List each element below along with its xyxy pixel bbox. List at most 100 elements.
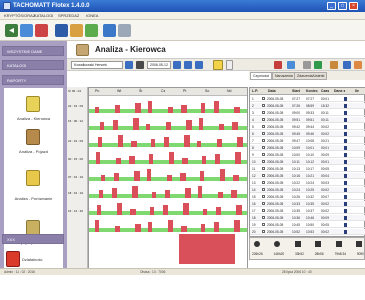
column-header[interactable]: Dane z — [334, 89, 345, 93]
grid-icon[interactable] — [303, 61, 311, 69]
table-row[interactable]: 3 2006-05-05 09:00 09:33 00:11 — [250, 110, 365, 116]
table-row[interactable]: 20 2006-05-05 10:52 10:53 00:02 — [250, 229, 365, 235]
minimize-button[interactable]: _ — [327, 2, 336, 10]
calendar-icon[interactable] — [184, 61, 192, 69]
back-icon[interactable]: ◀ — [5, 24, 18, 37]
menu-item[interactable]: KATALOGI — [34, 13, 53, 19]
row-checkbox[interactable] — [262, 125, 265, 128]
menu-item[interactable]: IONEA — [86, 13, 98, 19]
row-checkbox[interactable] — [262, 195, 265, 198]
warning-icon[interactable] — [213, 60, 223, 70]
row-checkbox[interactable] — [262, 202, 265, 205]
row-checkbox[interactable] — [262, 97, 265, 100]
table-row[interactable]: 9 2006-05-05 10:00 10:10 00:09 — [250, 152, 365, 158]
table-row[interactable]: 1 2006-05-05 07:27 07:27 00:01 — [250, 96, 365, 102]
lock-icon[interactable] — [330, 61, 338, 69]
sidebar-section[interactable]: KATALOGI — [2, 60, 64, 70]
range-icon[interactable] — [195, 61, 203, 69]
tab-events[interactable]: Zdarzenia/Usterki — [294, 72, 328, 80]
table-cell: 10:25 — [306, 188, 314, 192]
column-header[interactable]: Start — [292, 89, 300, 93]
activity-chart[interactable]: Pn Wt Śr Cz Pt So Nd — [88, 87, 248, 269]
table-row[interactable]: 16 2006-05-05 10:33 10:35 00:02 — [250, 201, 365, 207]
table-row[interactable]: 19 2006-05-05 10:45 10:50 00:05 — [250, 222, 365, 228]
report-icon[interactable] — [26, 96, 40, 112]
print-report-icon[interactable] — [343, 61, 351, 69]
table-row[interactable]: 12 2006-05-05 10:16 10:21 00:04 — [250, 173, 365, 179]
row-checkbox[interactable] — [262, 174, 265, 177]
column-header[interactable]: Koniec — [306, 89, 318, 93]
mail-icon[interactable] — [354, 61, 362, 69]
menu-item[interactable]: SPRZEDAŻ — [58, 13, 79, 19]
column-header[interactable]: Czas — [321, 89, 329, 93]
row-checkbox[interactable] — [262, 181, 265, 184]
table-row[interactable]: 14 2006-05-05 10:24 10:25 00:02 — [250, 187, 365, 193]
vehicle-icon[interactable] — [85, 24, 98, 37]
column-header[interactable]: Data — [268, 89, 276, 93]
tab-violations[interactable]: Naruszenia — [272, 72, 296, 80]
driver-select[interactable]: Kowalkowski Hencek — [71, 61, 123, 69]
close-button[interactable]: × — [349, 2, 358, 10]
row-checkbox[interactable] — [262, 153, 265, 156]
sidebar-item-label[interactable]: Analiza - Kierowca — [4, 116, 63, 121]
sidebar-item-label[interactable]: Analiza - Pojazd — [4, 149, 63, 154]
tab-activities[interactable]: Czynności — [250, 72, 273, 80]
row-checkbox[interactable] — [262, 188, 265, 191]
row-checkbox[interactable] — [262, 209, 265, 212]
compare-icon[interactable] — [26, 170, 40, 186]
table-row[interactable]: 5 2006-05-05 09:42 09:44 00:02 — [250, 124, 365, 130]
table-row[interactable]: 2 2006-05-05 07:26 08:59 15:32 — [250, 103, 365, 109]
next-icon[interactable] — [173, 61, 181, 69]
driver-icon[interactable] — [55, 24, 68, 37]
row-checkbox[interactable] — [262, 230, 265, 233]
row-checkbox[interactable] — [262, 111, 265, 114]
table-row[interactable]: 10 2006-05-05 10:11 10:12 00:01 — [250, 159, 365, 165]
menu-item[interactable]: KRYPTÓS/ORAZ — [4, 13, 35, 19]
maximize-button[interactable]: □ — [338, 2, 347, 10]
report-icon[interactable] — [103, 24, 116, 37]
table-cell: 10:17 — [306, 167, 314, 171]
refresh-icon[interactable] — [314, 61, 322, 69]
table-row[interactable]: 18 2006-05-05 10:36 10:46 00:09 — [250, 215, 365, 221]
print-icon[interactable] — [20, 24, 33, 37]
drive-block — [95, 107, 99, 113]
sidebar-section[interactable]: WSZYSTKIE DANE — [2, 46, 64, 56]
sidebar-item-label[interactable]: Analiza - Porównanie — [4, 196, 63, 201]
date-picker-icon[interactable] — [136, 61, 144, 69]
sidebar-section[interactable]: RAPORTY — [2, 75, 64, 85]
row-checkbox[interactable] — [262, 216, 265, 219]
row-checkbox[interactable] — [262, 223, 265, 226]
table-row[interactable]: 11 2006-05-05 10:13 10:17 00:05 — [250, 166, 365, 172]
sidebar-section[interactable]: XXX — [2, 234, 64, 244]
settings-icon[interactable] — [118, 24, 131, 37]
row-checkbox[interactable] — [262, 118, 265, 121]
table-row[interactable]: 7 2006-05-05 09:47 10:08 00:21 — [250, 138, 365, 144]
table-row[interactable]: 17 2006-05-05 10:35 10:37 00:02 — [250, 208, 365, 214]
row-checkbox[interactable] — [262, 132, 265, 135]
truck-icon[interactable] — [26, 129, 40, 145]
sidebar-footer-label[interactable]: Działalność — [22, 257, 66, 262]
export-icon[interactable] — [287, 61, 295, 69]
table-row[interactable]: 4 2006-05-05 09:51 09:51 00:11 — [250, 117, 365, 123]
column-header[interactable]: L.P. — [252, 89, 258, 93]
tool-icon[interactable] — [35, 24, 48, 37]
row-checkbox[interactable] — [262, 146, 265, 149]
table-row[interactable]: 15 2006-05-05 10:26 10:32 00:07 — [250, 194, 365, 200]
row-checkbox[interactable] — [262, 104, 265, 107]
date-field[interactable]: 2006-05-12 — [147, 61, 171, 69]
table-cell: 09:47 — [292, 139, 300, 143]
table-row[interactable]: 13 2006-05-05 10:22 10:24 00:03 — [250, 180, 365, 186]
row-checkbox[interactable] — [262, 167, 265, 170]
column-header[interactable]: Ile — [355, 89, 359, 93]
row-checkbox[interactable] — [262, 139, 265, 142]
filter-icon[interactable] — [274, 61, 282, 69]
row-checkbox[interactable] — [262, 160, 265, 163]
table-cell: 2006-05-05 — [267, 160, 284, 164]
info-icon[interactable] — [226, 60, 233, 70]
prev-icon[interactable] — [125, 61, 133, 69]
card-icon[interactable] — [70, 24, 83, 37]
table-row[interactable]: 6 2006-05-05 09:45 09:46 00:02 — [250, 131, 365, 137]
activity-icon[interactable] — [6, 251, 20, 267]
page-title: Analiza - Kierowca — [95, 45, 166, 54]
table-row[interactable]: 8 2006-05-05 10:09 10:01 00:01 — [250, 145, 365, 151]
